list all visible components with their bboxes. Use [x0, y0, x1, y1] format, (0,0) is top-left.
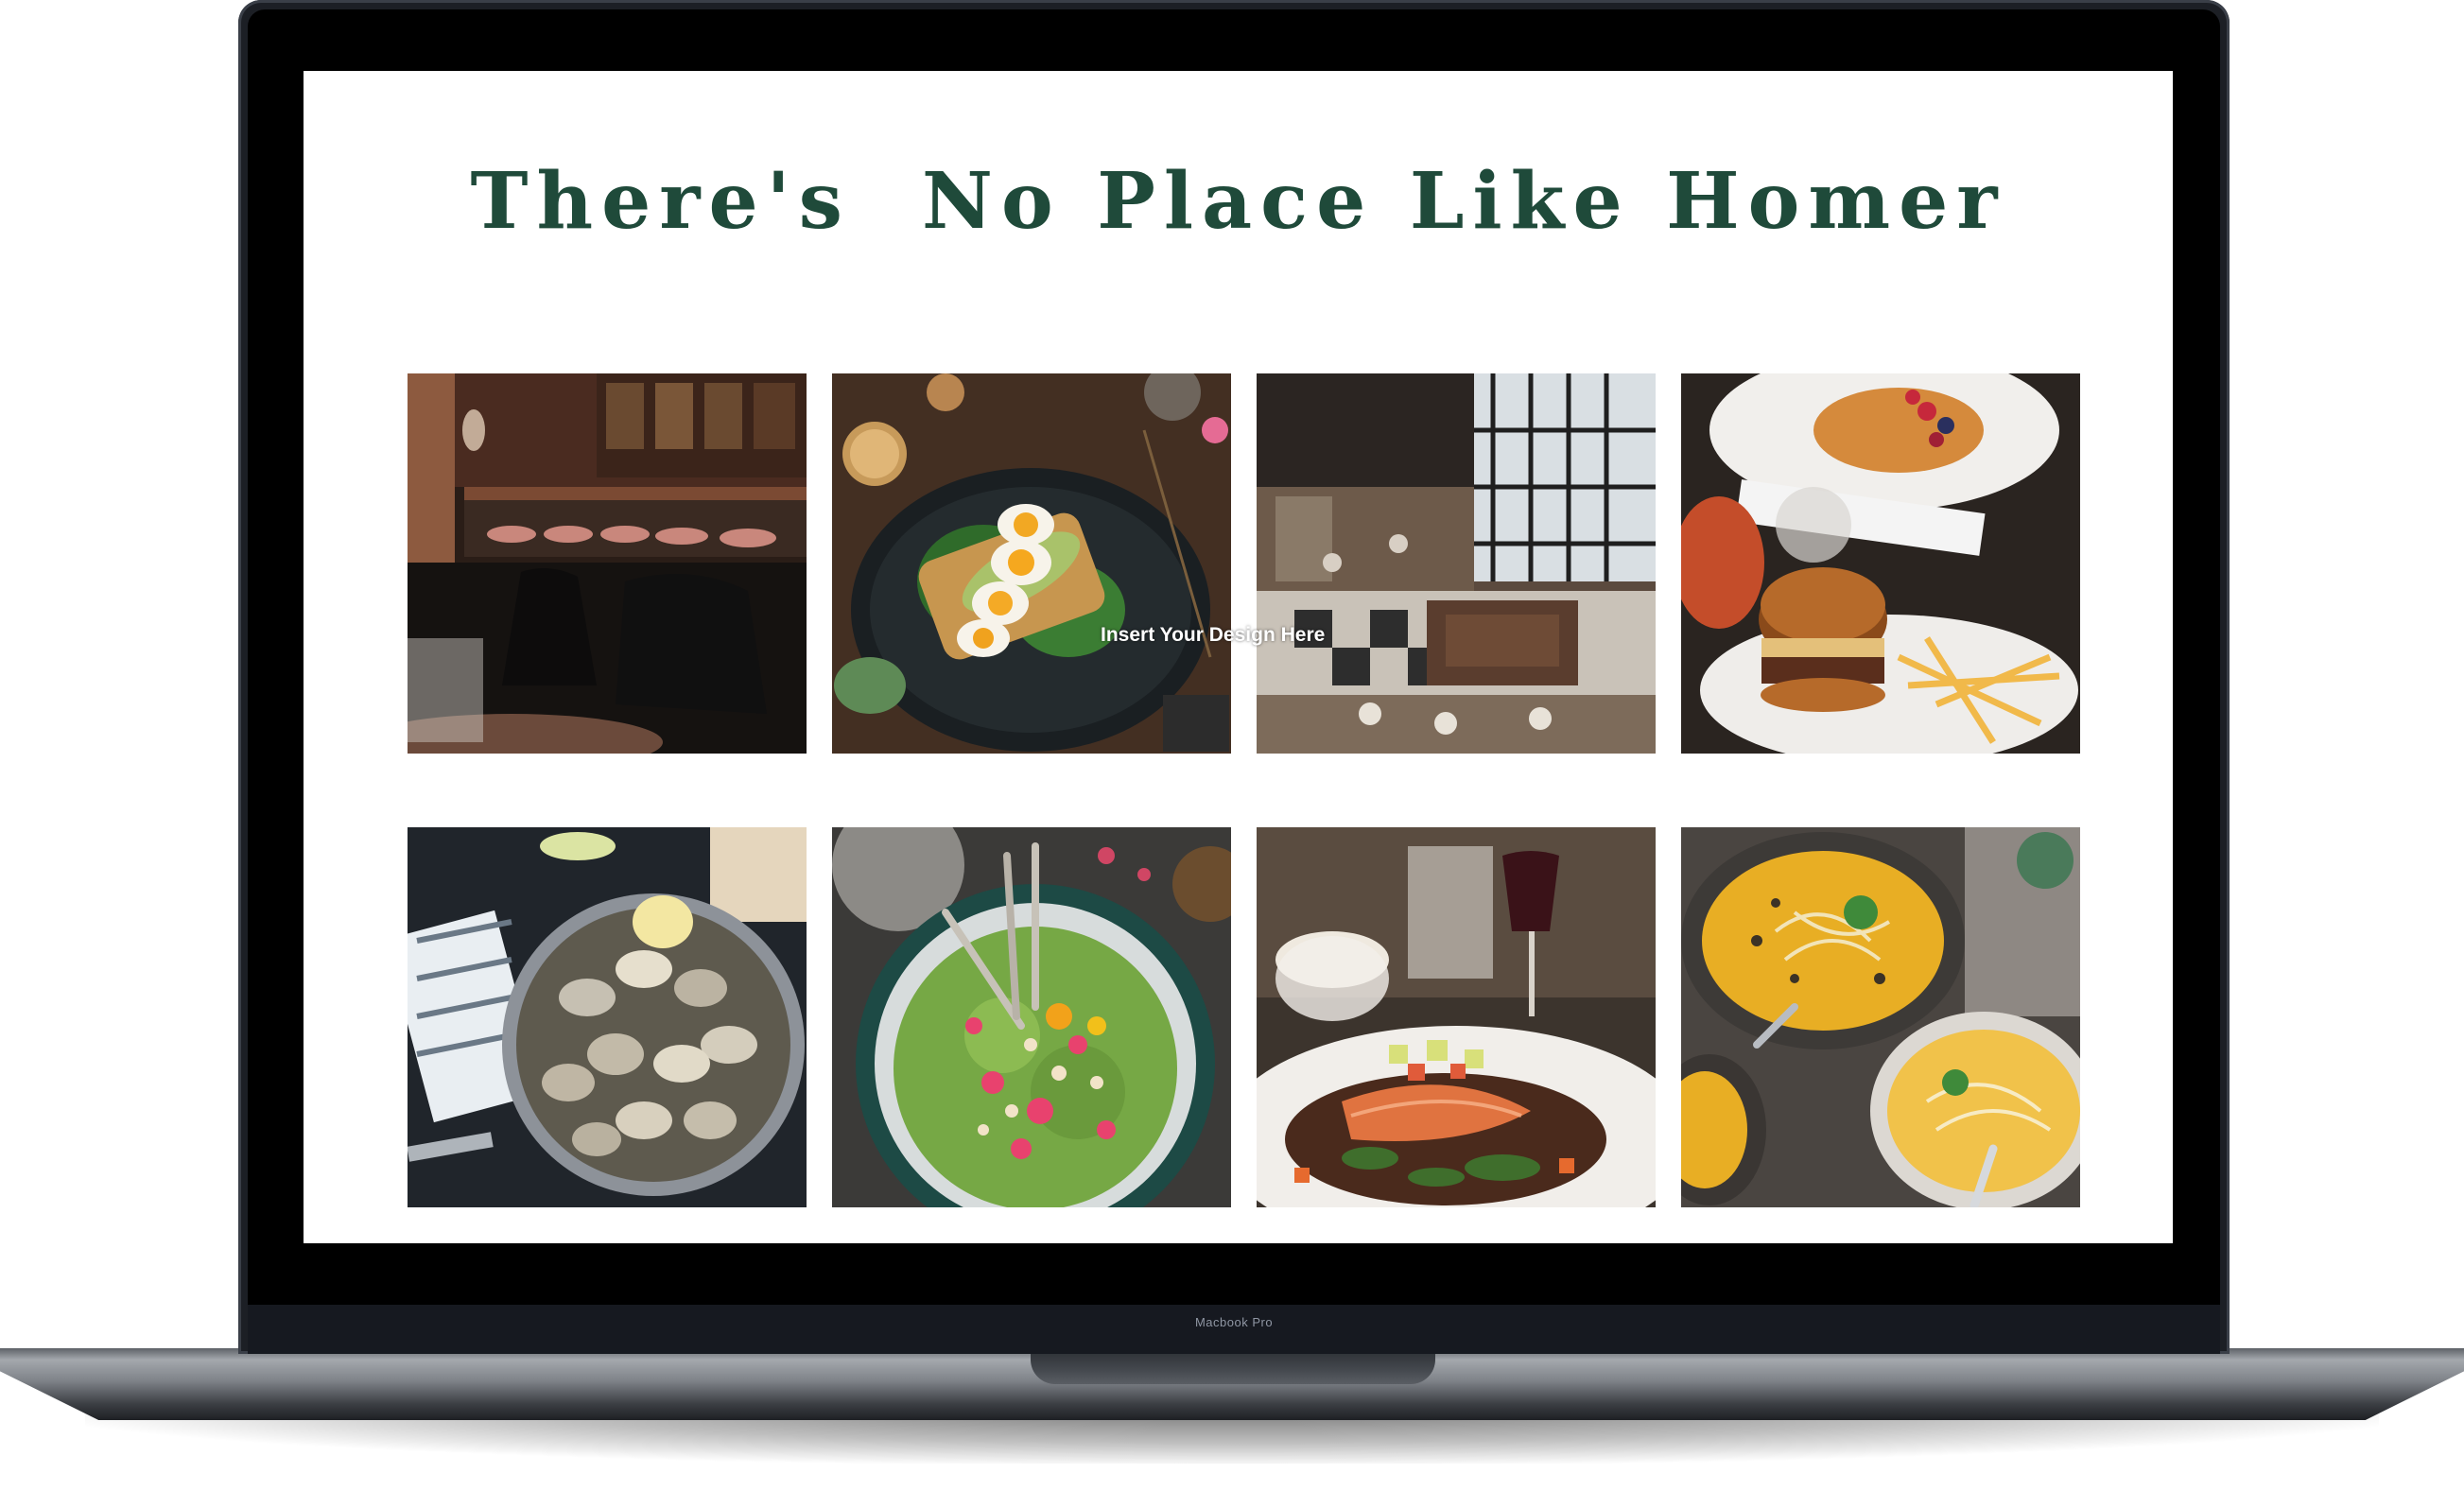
laptop-chin: Macbook Pro [248, 1305, 2220, 1354]
gallery-image-avocado-toast[interactable] [832, 373, 1231, 754]
gallery-image-clams-pan[interactable] [408, 827, 807, 1207]
gallery-image-soup-bowls[interactable] [1681, 827, 2080, 1207]
screen: There's No Place Like Homer Insert Your … [304, 71, 2173, 1243]
design-placeholder-text: Insert Your Design Here [1101, 624, 1326, 646]
gallery-image-burger-fries[interactable] [1681, 373, 2080, 754]
gallery-image-salmon-plate[interactable] [1257, 827, 1656, 1207]
model-label: Macbook Pro [1194, 1315, 1274, 1329]
gallery-image-bar-interior[interactable] [408, 373, 807, 754]
gallery-image-restaurant-hall[interactable] [1257, 373, 1656, 754]
page-title: There's No Place Like Homer [470, 156, 2006, 247]
gallery-image-green-salad[interactable] [832, 827, 1231, 1207]
